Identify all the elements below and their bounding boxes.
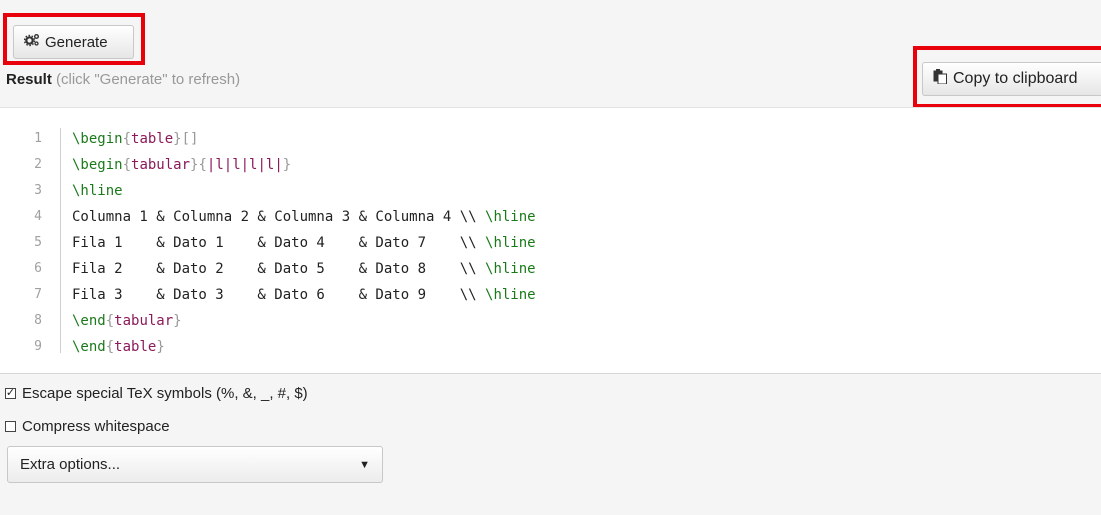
line-number: 8 [34, 313, 42, 328]
result-title: Result [6, 71, 52, 88]
line-number: 3 [34, 183, 42, 198]
line-number: 6 [34, 261, 42, 276]
compress-option[interactable]: Compress whitespace [5, 418, 170, 435]
line-number: 1 [34, 131, 42, 146]
code-line-text: \hline [72, 183, 123, 199]
code-output[interactable]: 1 \begin{table}[] 2 \begin{tabular}{|l|l|l|… [0, 107, 1101, 374]
copy-to-clipboard-button[interactable]: Copy to clipboard [922, 62, 1101, 96]
generate-button[interactable]: Generate [13, 25, 134, 59]
code-line-text: \end{table} [72, 339, 165, 355]
escape-checkbox[interactable]: ✓ [5, 388, 16, 399]
escape-label: Escape special TeX symbols (%, &, _, #, … [22, 385, 308, 402]
compress-checkbox[interactable] [5, 421, 16, 432]
escape-option[interactable]: ✓ Escape special TeX symbols (%, &, _, #… [5, 385, 308, 402]
code-line-text: \end{tabular} [72, 313, 182, 329]
line-number: 9 [34, 339, 42, 354]
generate-button-label: Generate [45, 33, 108, 51]
result-header: Result (click "Generate" to refresh) [6, 71, 240, 88]
line-number: 2 [34, 157, 42, 172]
line-number: 7 [34, 287, 42, 302]
gears-icon [23, 33, 40, 51]
code-line-text: Fila 3 & Dato 3 & Dato 6 & Dato 9 \\ \hl… [72, 287, 536, 303]
extra-options-dropdown[interactable]: Extra options... ▼ [7, 446, 383, 483]
code-line-text: \begin{table}[] [72, 131, 199, 147]
code-line-text: Fila 1 & Dato 1 & Dato 4 & Dato 7 \\ \hl… [72, 235, 536, 251]
code-line-text: \begin{tabular}{|l|l|l|l|} [72, 157, 292, 173]
code-line-text: Columna 1 & Columna 2 & Columna 3 & Colu… [72, 209, 536, 225]
line-number: 4 [34, 209, 42, 224]
result-hint: (click "Generate" to refresh) [56, 71, 241, 88]
caret-down-icon: ▼ [359, 458, 370, 471]
gutter-divider [60, 128, 61, 353]
copy-button-label: Copy to clipboard [953, 70, 1078, 87]
extra-options-label: Extra options... [20, 456, 121, 473]
code-line-text: Fila 2 & Dato 2 & Dato 5 & Dato 8 \\ \hl… [72, 261, 536, 277]
clipboard-icon [933, 69, 947, 89]
line-number: 5 [34, 235, 42, 250]
compress-label: Compress whitespace [22, 418, 170, 435]
